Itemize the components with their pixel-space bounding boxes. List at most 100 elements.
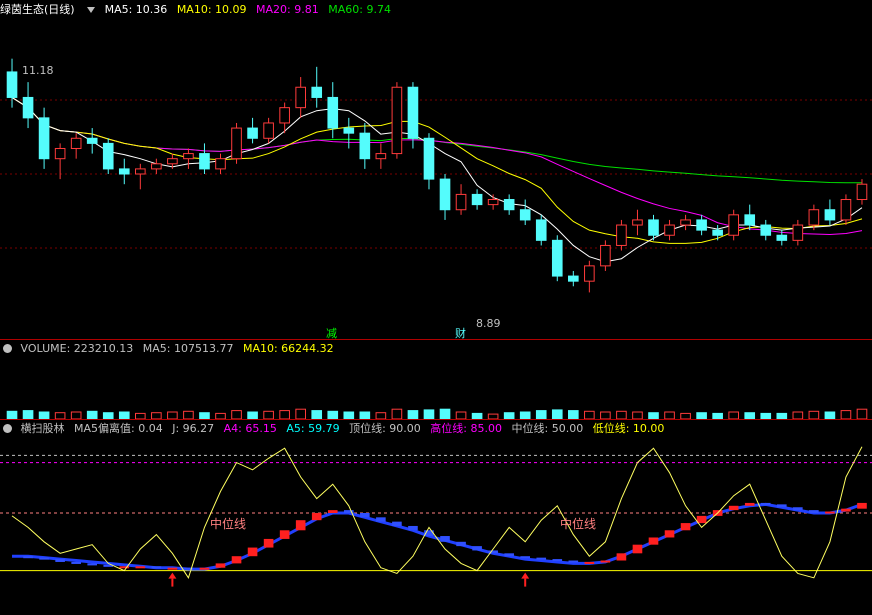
low-line-value: 低位线: 10.00 [592, 422, 665, 435]
a5-value: A5: 59.79 [286, 422, 340, 435]
volume-bar [840, 410, 852, 419]
volume-bar [808, 410, 820, 419]
a4-bar [55, 559, 65, 562]
a4-bar [600, 560, 611, 563]
ma20-line [11, 97, 863, 235]
ma60-value: MA60: 9.74 [328, 3, 391, 16]
stock-name[interactable]: 绿茵生态(日线) [0, 3, 75, 16]
a4-bar [568, 560, 579, 563]
ma10-value: MA10: 10.09 [176, 3, 247, 16]
a4-bar [760, 502, 771, 505]
candle-body [151, 163, 162, 170]
candle-body [359, 132, 371, 160]
volume-bar [551, 409, 563, 419]
candle-body [792, 224, 804, 241]
volume-bar [327, 410, 339, 419]
volume-bar [584, 410, 595, 419]
price-chart[interactable] [0, 16, 872, 340]
a4-bar [135, 566, 146, 569]
buy-arrow-1 [168, 572, 177, 579]
candle-body [503, 199, 515, 211]
volume-bar [455, 411, 467, 419]
volume-bar [118, 411, 130, 419]
candle-body [439, 178, 451, 211]
candle-body [343, 127, 355, 134]
panel-menu-icon[interactable] [3, 344, 12, 353]
candle-body [840, 199, 852, 221]
candle-body [22, 96, 34, 119]
volume-bar [359, 411, 371, 419]
a4-bar [39, 557, 49, 560]
a4-bar [456, 541, 466, 547]
volume-bar [279, 410, 290, 419]
a4-bar [472, 546, 482, 551]
candle-body [215, 158, 226, 170]
volume-bar [167, 411, 178, 419]
candle-body [391, 86, 403, 155]
a4-bar [440, 536, 450, 542]
candle-body [551, 239, 563, 277]
low-price-label: 8.89 [476, 317, 501, 330]
indicator-name[interactable]: 横扫股林 [21, 422, 65, 435]
volume-panel-header: VOLUME: 223210.13 MA5: 107513.77 MA10: 6… [0, 342, 340, 356]
candle-body [568, 275, 579, 282]
indicator-chart[interactable] [0, 437, 872, 615]
ma20-value: MA20: 9.81 [256, 3, 319, 16]
candle-body [311, 86, 323, 98]
volume-bar [519, 411, 531, 419]
candle-body [86, 137, 98, 144]
candle-body [519, 209, 531, 221]
indicator-panel-header: 横扫股林 MA5偏离值: 0.04 J: 96.27 A4: 65.15 A5:… [0, 422, 670, 436]
candle-body [38, 117, 50, 160]
j-value: J: 96.27 [172, 422, 215, 435]
volume-bar [407, 410, 419, 419]
volume-bar [311, 410, 323, 419]
volume-bar [856, 408, 868, 419]
candle-body [600, 244, 611, 267]
ma5-line [11, 97, 863, 263]
a4-bar [215, 563, 226, 568]
a4-bar [376, 517, 386, 522]
a4-bar [744, 502, 755, 506]
a4-bar [151, 566, 162, 569]
candle-body [6, 71, 18, 98]
panel-separator [0, 339, 872, 340]
a4-bar [167, 567, 178, 570]
candle-body [696, 219, 707, 231]
volume-bar [247, 411, 258, 419]
a4-bar [857, 502, 867, 509]
panel-menu-icon[interactable] [3, 424, 12, 433]
candle-body [102, 142, 114, 170]
volume-bar [664, 411, 675, 419]
volume-chart[interactable] [0, 357, 872, 419]
candle-body [54, 147, 66, 160]
ma5-value: MA5: 10.36 [104, 3, 168, 16]
candle-body [263, 122, 274, 139]
high-line-value: 高位线: 85.00 [430, 422, 502, 435]
candle-body [167, 158, 178, 165]
volume-bar [38, 411, 50, 419]
volume-bar [728, 411, 739, 419]
volume-bar [568, 410, 579, 419]
a4-bar [247, 547, 258, 557]
candle-body [295, 86, 306, 109]
a4-bar [632, 544, 643, 554]
candle-body [70, 137, 82, 149]
a4-bar [71, 561, 81, 564]
a4-value: A4: 65.15 [223, 422, 277, 435]
mid-line-label-1: 中位线 [210, 517, 247, 531]
a4-bar [279, 530, 290, 539]
candle-body [118, 168, 130, 175]
candle-body [808, 209, 820, 226]
candle-body [760, 224, 772, 236]
volume-bar [535, 410, 547, 419]
candle-body [471, 193, 483, 206]
ma5-deviation: MA5偏离值: 0.04 [74, 422, 163, 435]
candle-body [664, 224, 675, 236]
top-line-value: 顶位线: 90.00 [349, 422, 421, 435]
dropdown-icon[interactable] [87, 6, 96, 13]
candle-body [728, 214, 739, 236]
a4-bar [311, 513, 322, 521]
mid-line-label-2: 中位线 [560, 517, 597, 531]
candle-body [455, 193, 467, 211]
